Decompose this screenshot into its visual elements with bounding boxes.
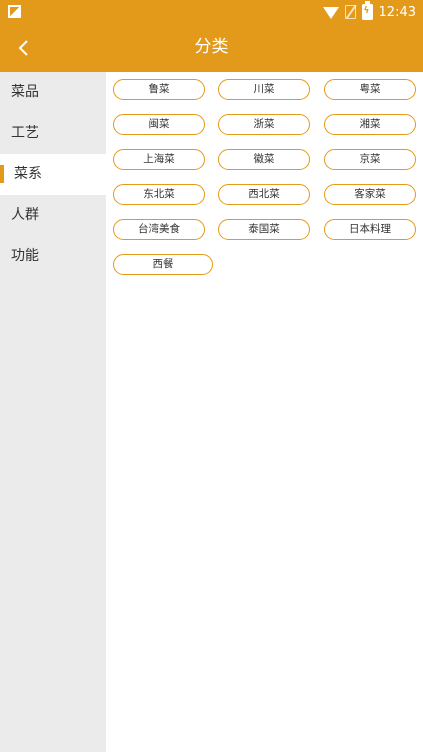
sidebar-item-functions[interactable]: 功能	[0, 236, 106, 277]
wifi-icon	[322, 7, 339, 19]
tag-cantonese-cuisine[interactable]: 粤菜	[324, 79, 416, 100]
tag-thai-cuisine[interactable]: 泰国菜	[218, 219, 310, 240]
tag-panel: 鲁菜 川菜 粤菜 闽菜 浙菜 湘菜 上海菜 徽菜 京菜 东北菜 西北菜 客家菜 …	[106, 72, 423, 752]
sidebar-item-dishes[interactable]: 菜品	[0, 72, 106, 113]
tag-shanghai-cuisine[interactable]: 上海菜	[113, 149, 205, 170]
tag-taiwan-food[interactable]: 台湾美食	[113, 219, 205, 240]
no-sim-icon	[344, 5, 356, 19]
tag-northwest-cuisine[interactable]: 西北菜	[218, 184, 310, 205]
tag-zhejiang-cuisine[interactable]: 浙菜	[218, 114, 310, 135]
tag-beijing-cuisine[interactable]: 京菜	[324, 149, 416, 170]
tag-fujian-cuisine[interactable]: 闽菜	[113, 114, 205, 135]
tag-hakka-cuisine[interactable]: 客家菜	[324, 184, 416, 205]
status-bar: ϟ 12:43	[0, 0, 423, 24]
battery-charging-icon: ϟ	[361, 1, 373, 20]
tag-hunan-cuisine[interactable]: 湘菜	[324, 114, 416, 135]
category-sidebar: 菜品 工艺 菜系 人群 功能	[0, 72, 106, 752]
app-header: 分类	[0, 24, 423, 72]
sidebar-item-people[interactable]: 人群	[0, 195, 106, 236]
tag-japanese-cuisine[interactable]: 日本料理	[324, 219, 416, 240]
sidebar-item-techniques[interactable]: 工艺	[0, 113, 106, 154]
tag-sichuan-cuisine[interactable]: 川菜	[218, 79, 310, 100]
tag-western-food[interactable]: 西餐	[113, 254, 213, 275]
tag-northeast-cuisine[interactable]: 东北菜	[113, 184, 205, 205]
tag-lu-cuisine[interactable]: 鲁菜	[113, 79, 205, 100]
sidebar-item-cuisines[interactable]: 菜系	[0, 154, 106, 195]
status-time: 12:43	[378, 4, 416, 20]
tag-anhui-cuisine[interactable]: 徽菜	[218, 149, 310, 170]
app-notification-icon	[8, 5, 21, 18]
page-title: 分类	[194, 37, 229, 57]
